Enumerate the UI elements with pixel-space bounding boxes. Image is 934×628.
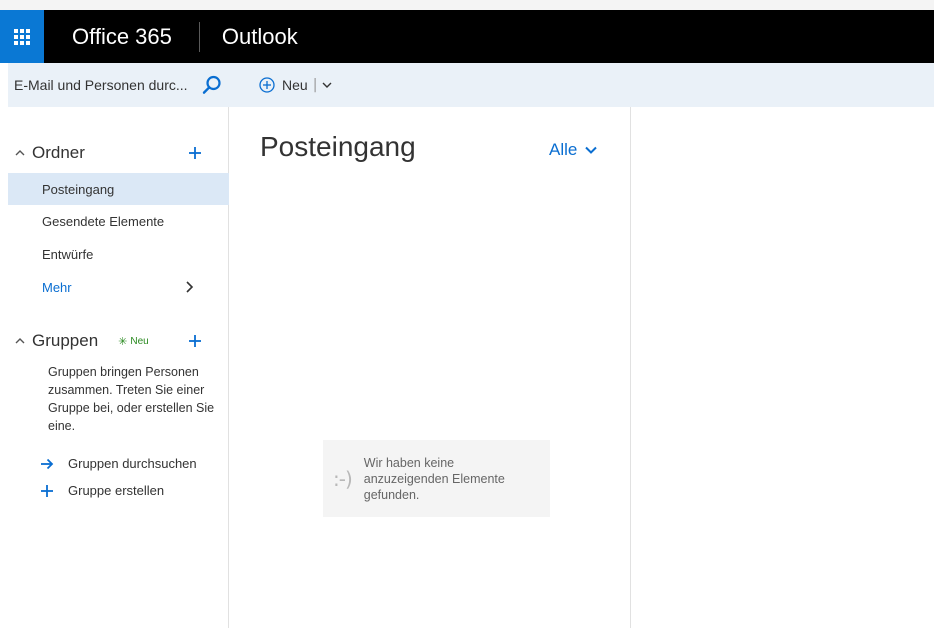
add-group-icon[interactable] — [188, 334, 202, 348]
folder-item-sent[interactable]: Gesendete Elemente — [8, 205, 229, 237]
groups-title: Gruppen — [32, 331, 99, 350]
folder-navigation: Ordner Posteingang Gesendete Elemente En… — [0, 63, 229, 628]
app-name[interactable]: Outlook — [222, 24, 298, 50]
smiley-icon: :-) — [333, 466, 353, 491]
chevron-down-icon[interactable] — [322, 81, 332, 89]
browse-groups-link[interactable]: Gruppen durchsuchen — [40, 456, 197, 471]
folder-item-more[interactable]: Mehr — [8, 271, 229, 303]
message-list: Posteingang Alle :-) Wir haben keine anz… — [229, 107, 631, 628]
app-launcher-button[interactable] — [0, 10, 44, 63]
filter-label: Alle — [549, 140, 578, 159]
sparkle-icon: ✳ — [118, 335, 128, 348]
chevron-down-icon — [585, 146, 598, 154]
chevron-right-icon — [186, 281, 194, 293]
folders-title: Ordner — [32, 143, 85, 162]
more-label: Mehr — [42, 279, 72, 295]
folder-item-inbox[interactable]: Posteingang — [8, 173, 229, 205]
chevron-up-icon[interactable] — [14, 335, 26, 347]
new-badge: ✳ Neu — [118, 335, 149, 348]
top-edge-strip — [0, 0, 934, 10]
new-badge-label: Neu — [130, 335, 149, 347]
new-message-button[interactable]: Neu — [259, 77, 308, 93]
folder-label: Posteingang — [42, 181, 115, 197]
empty-message: Wir haben keine anzuzeigenden Elemente g… — [363, 455, 505, 502]
header-divider — [198, 21, 200, 52]
groups-description: Gruppen bringen Personen zusammen. Trete… — [48, 365, 215, 433]
filter-dropdown[interactable]: Alle — [549, 140, 598, 160]
command-bar: Neu | — [229, 63, 934, 107]
waffle-icon — [14, 28, 30, 45]
action-label: Gruppen durchsuchen — [68, 456, 197, 471]
folder-label: Entwürfe — [42, 246, 94, 262]
chevron-up-icon[interactable] — [14, 147, 26, 159]
plus-icon — [41, 484, 53, 497]
reading-pane — [632, 107, 934, 628]
circle-plus-icon — [259, 77, 275, 93]
search-input[interactable] — [14, 77, 200, 93]
add-folder-icon[interactable] — [188, 146, 202, 160]
app-header: Office 365 Outlook — [0, 10, 934, 63]
action-label: Gruppe erstellen — [68, 483, 165, 498]
page-title: Posteingang — [260, 131, 416, 162]
empty-state: :-) Wir haben keine anzuzeigenden Elemen… — [323, 440, 550, 517]
groups-header[interactable]: Gruppen ✳ Neu — [14, 331, 149, 351]
command-separator: | — [312, 77, 318, 93]
folder-label: Gesendete Elemente — [42, 213, 165, 229]
brand-title[interactable]: Office 365 — [72, 24, 172, 50]
search-icon[interactable] — [202, 75, 222, 95]
search-box — [8, 63, 229, 107]
create-group-link[interactable]: Gruppe erstellen — [40, 483, 164, 498]
folders-header[interactable]: Ordner — [14, 143, 85, 163]
arrow-right-icon — [41, 458, 54, 469]
folder-item-drafts[interactable]: Entwürfe — [8, 238, 229, 270]
new-label: Neu — [282, 77, 308, 93]
